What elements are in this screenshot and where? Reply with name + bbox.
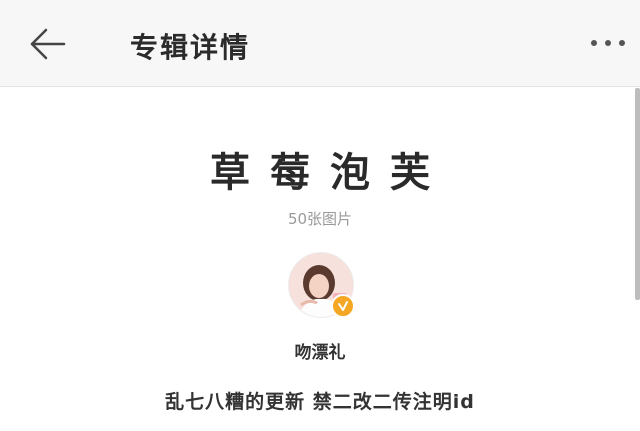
- album-description: 乱七八糟的更新 禁二改二传注明id: [165, 391, 475, 413]
- more-options-button[interactable]: [586, 28, 630, 58]
- photo-count: 50张图片: [287, 210, 353, 228]
- verified-badge-icon: [331, 294, 355, 318]
- author-name[interactable]: 吻漂礼: [0, 338, 640, 363]
- back-arrow-icon: [30, 28, 66, 60]
- back-button[interactable]: [26, 24, 70, 64]
- page-title: 专辑详情: [130, 31, 251, 64]
- more-dots-icon: [591, 40, 625, 46]
- top-navigation-bar: 专辑详情: [0, 0, 640, 87]
- album-title: 草莓泡芙: [210, 149, 450, 196]
- author-avatar-container[interactable]: [288, 252, 355, 318]
